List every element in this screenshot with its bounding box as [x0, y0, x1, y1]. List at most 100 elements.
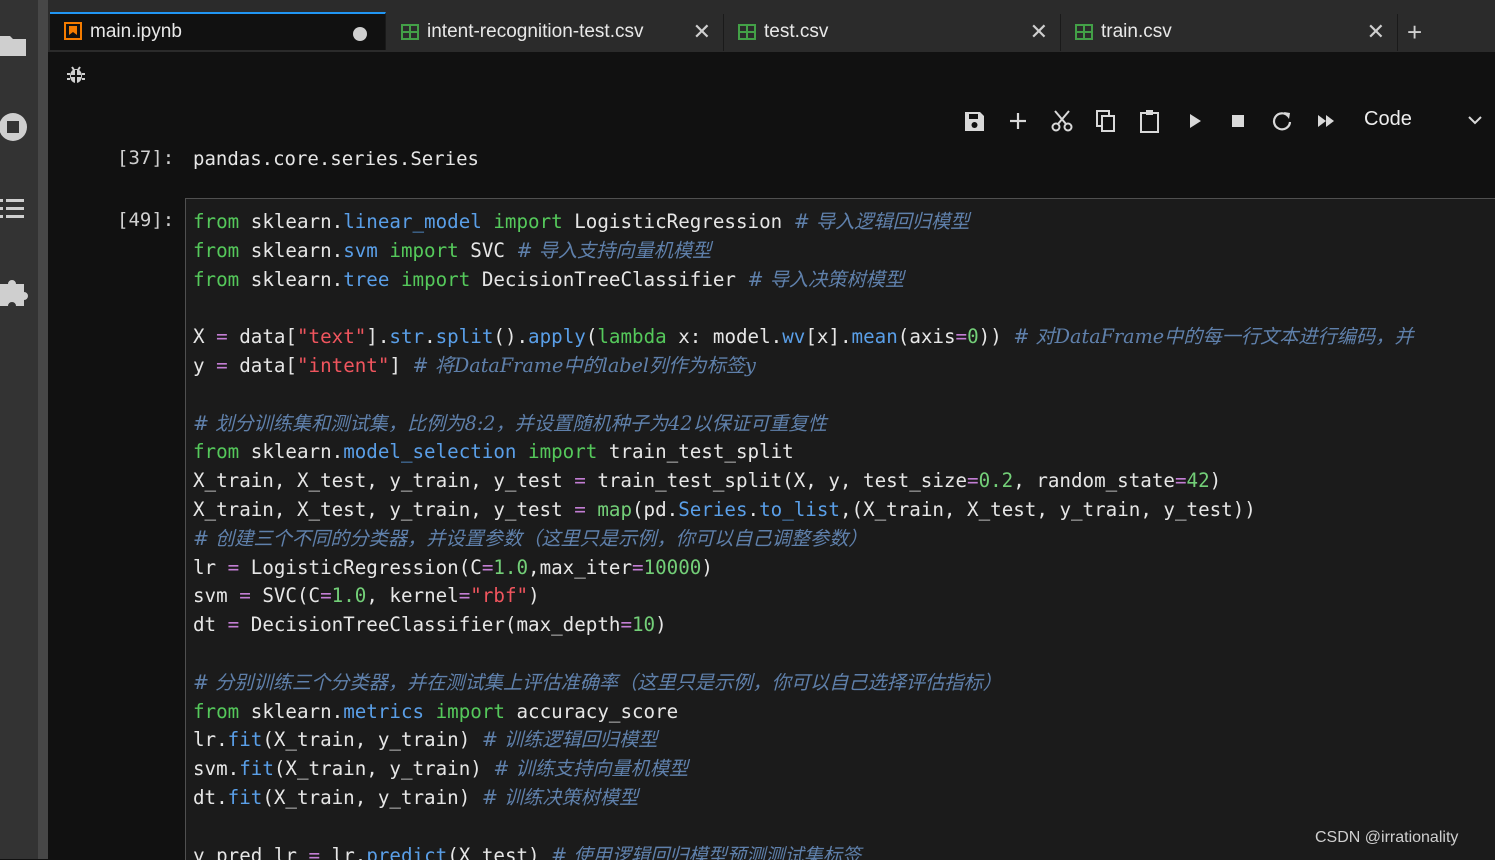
tab-train-csv[interactable]: train.csv ✕: [1061, 14, 1398, 51]
code-token: ,max_iter: [528, 555, 632, 579]
code-line[interactable]: X = data["text"].str.split().apply(lambd…: [193, 323, 1414, 352]
code-line[interactable]: from sklearn.svm import SVC # 导入支持向量机模型: [193, 237, 1414, 266]
code-token: LogisticRegression: [562, 210, 794, 233]
code-token: =: [308, 843, 321, 860]
code-token: linear_model: [343, 210, 482, 233]
code-token: from: [193, 238, 240, 262]
tab-label: intent-recognition-test.csv: [427, 21, 644, 42]
tab-test-csv[interactable]: test.csv ✕: [724, 14, 1061, 51]
tab-label: train.csv: [1101, 21, 1172, 42]
code-token: y_pred_lr: [193, 843, 309, 860]
code-line[interactable]: from sklearn.metrics import accuracy_sco…: [193, 698, 1414, 727]
code-token: ): [528, 584, 540, 608]
code-token: from: [193, 699, 240, 723]
code-token: "intent": [296, 353, 390, 377]
code-token: SVC(C: [250, 584, 321, 608]
restart-icon[interactable]: [1268, 107, 1296, 135]
paste-icon[interactable]: [1136, 107, 1164, 135]
code-line[interactable]: dt.fit(X_train, y_train) # 训练决策树模型: [193, 784, 1414, 813]
code-token: lr: [193, 555, 228, 579]
tab-main-ipynb[interactable]: main.ipynb: [50, 12, 386, 50]
code-token: import: [435, 699, 505, 723]
code-line[interactable]: svm.fit(X_train, y_train) # 训练支持向量机模型: [193, 755, 1414, 784]
folder-icon[interactable]: [0, 30, 30, 60]
code-token: 10: [632, 613, 656, 637]
code-line[interactable]: # 创建三个不同的分类器，并设置参数（这里只是示例，你可以自己调整参数）: [193, 525, 1414, 554]
code-line[interactable]: [193, 381, 1414, 410]
code-line[interactable]: X_train, X_test, y_train, y_test = train…: [193, 467, 1414, 496]
code-token: (: [585, 325, 598, 349]
code-line[interactable]: X_train, X_test, y_train, y_test = map(p…: [193, 496, 1414, 525]
code-token: map: [597, 497, 632, 521]
code-token: (axis: [897, 325, 956, 349]
code-token: =: [216, 325, 228, 349]
code-token: wv: [782, 325, 806, 349]
code-token: lr.: [193, 728, 228, 752]
code-token: X: [193, 325, 217, 349]
close-icon[interactable]: ✕: [1367, 20, 1385, 45]
code-line[interactable]: [193, 813, 1414, 842]
code-line[interactable]: from sklearn.linear_model import Logisti…: [193, 208, 1414, 237]
code-token: sklearn.: [239, 440, 344, 464]
output-cell: [37]: pandas.core.series.Series: [48, 147, 1495, 198]
code-line[interactable]: lr.fit(X_train, y_train) # 训练逻辑回归模型: [193, 726, 1414, 755]
cell-type-dropdown[interactable]: Code: [1364, 108, 1412, 131]
notebook-icon: [64, 22, 82, 40]
code-token: X_train, X_test, y_train, y_test: [193, 469, 575, 493]
code-token: 1.0: [493, 555, 529, 579]
code-line[interactable]: y_pred_lr = lr.predict(X_test) # 使用逻辑回归模…: [193, 842, 1414, 860]
code-line[interactable]: dt = DecisionTreeClassifier(max_depth=10…: [193, 611, 1414, 640]
new-tab-button[interactable]: +: [1398, 14, 1437, 51]
run-icon[interactable]: [1181, 107, 1209, 135]
add-tab-icon: +: [1407, 17, 1423, 47]
run-all-icon[interactable]: [1312, 107, 1340, 135]
chevron-down-icon[interactable]: [1466, 111, 1484, 129]
code-line[interactable]: # 划分训练集和测试集，比例为8:2，并设置随机种子为42以保证可重复性: [193, 410, 1414, 439]
code-token: lr.: [320, 843, 367, 860]
code-token: fit: [227, 785, 263, 809]
code-token: DecisionTreeClassifier(max_depth: [239, 613, 621, 637]
table-of-contents-icon[interactable]: [0, 196, 30, 222]
code-editor[interactable]: from sklearn. linear_model import Logisti…: [185, 198, 1495, 860]
code-line[interactable]: lr = LogisticRegression(C=1.0,max_iter=1…: [193, 554, 1414, 583]
code-line[interactable]: # 分别训练三个分类器，并在测试集上评估准确率（这里只是示例，你可以自己选择评估…: [193, 669, 1414, 698]
tab-intent-recognition-test-csv[interactable]: intent-recognition-test.csv ✕: [387, 14, 724, 51]
code-line[interactable]: [193, 640, 1414, 669]
save-icon[interactable]: [960, 107, 988, 135]
cut-icon[interactable]: [1048, 107, 1076, 135]
code-content[interactable]: from sklearn. linear_model import Logisti…: [193, 208, 1414, 860]
code-token: ]: [389, 353, 413, 377]
code-line[interactable]: [193, 294, 1414, 323]
stop-icon[interactable]: [1224, 107, 1252, 135]
code-token: =: [216, 353, 228, 377]
bug-icon[interactable]: [66, 65, 86, 85]
add-cell-icon[interactable]: [1004, 107, 1032, 135]
debugger-bar: [48, 52, 1495, 98]
code-token: 42: [1186, 469, 1210, 493]
close-icon[interactable]: ✕: [1030, 20, 1048, 45]
copy-icon[interactable]: [1092, 107, 1120, 135]
close-icon[interactable]: ✕: [693, 20, 711, 45]
code-line[interactable]: from sklearn.model_selection import trai…: [193, 438, 1414, 467]
code-line[interactable]: from sklearn.tree import DecisionTreeCla…: [193, 266, 1414, 295]
code-line[interactable]: y = data["intent"] # 将DataFrame中的label列作…: [193, 352, 1414, 381]
code-token: sklearn.: [239, 267, 344, 291]
unsaved-dot-icon[interactable]: [353, 27, 367, 41]
code-token: split: [435, 325, 494, 349]
code-token: =: [1174, 469, 1187, 493]
running-icon[interactable]: [0, 110, 30, 144]
notebook-toolbar: Code: [48, 97, 1495, 150]
extension-icon[interactable]: [0, 276, 30, 308]
sidebar-divider: [38, 0, 48, 859]
code-token: # 训练决策树模型: [481, 785, 639, 809]
code-token: data[: [227, 325, 297, 349]
code-token: (X_train, y_train): [273, 757, 494, 781]
code-token: fit: [239, 757, 274, 781]
code-token: model_selection: [343, 440, 517, 464]
code-token: import: [389, 238, 459, 262]
code-line[interactable]: svm = SVC(C=1.0, kernel="rbf"): [193, 582, 1414, 611]
